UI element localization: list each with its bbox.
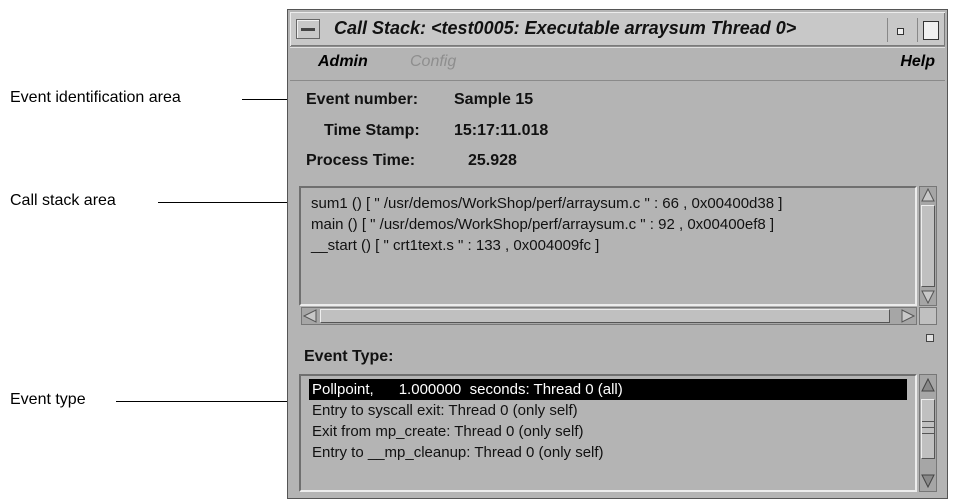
scroll-thumb[interactable]	[320, 309, 890, 323]
scroll-up-arrow-icon[interactable]	[920, 187, 936, 203]
event-type-item[interactable]: Entry to syscall exit: Thread 0 (only se…	[309, 400, 907, 421]
time-stamp-label: Time Stamp:	[324, 122, 420, 139]
callout-leader-line	[116, 401, 297, 402]
call-stack-frame[interactable]: sum1 () [ " /usr/demos/WorkShop/perf/arr…	[311, 193, 782, 214]
callout-label: Event identification area	[10, 89, 181, 106]
scroll-thumb[interactable]	[921, 205, 935, 287]
callout-leader-line	[158, 202, 297, 203]
process-time-value: 25.928	[468, 152, 517, 169]
call-stack-hscroll[interactable]	[301, 307, 917, 325]
resize-handle-icon[interactable]	[926, 334, 934, 342]
scroll-corner	[919, 307, 937, 325]
window-titlebar[interactable]: Call Stack: <test0005: Executable arrays…	[290, 12, 945, 47]
call-stack-window: Call Stack: <test0005: Executable arrays…	[287, 9, 948, 499]
time-stamp-value: 15:17:11.018	[454, 122, 549, 139]
event-type-item-selected[interactable]: Pollpoint, 1.000000 seconds: Thread 0 (a…	[309, 379, 907, 400]
scroll-up-arrow-icon[interactable]	[920, 377, 936, 393]
scroll-thumb[interactable]	[921, 399, 935, 459]
scroll-grip	[922, 427, 934, 428]
call-stack-list[interactable]: sum1 () [ " /usr/demos/WorkShop/perf/arr…	[299, 186, 917, 306]
menu-bar: Admin Config Help	[290, 47, 945, 81]
event-type-item[interactable]: Entry to __mp_cleanup: Thread 0 (only se…	[309, 442, 907, 463]
event-type-vscroll[interactable]	[919, 374, 937, 492]
menu-config[interactable]: Config	[410, 53, 456, 71]
menu-admin[interactable]: Admin	[318, 53, 368, 71]
minimize-button[interactable]	[887, 18, 911, 42]
event-type-label: Event Type:	[304, 348, 394, 365]
callout-label: Call stack area	[10, 192, 116, 209]
scroll-left-arrow-icon[interactable]	[302, 308, 318, 324]
menu-help[interactable]: Help	[900, 53, 935, 71]
callout-event-identification: Event identification area	[10, 89, 297, 107]
window-title: Call Stack: <test0005: Executable arrays…	[334, 18, 797, 38]
scroll-grip	[922, 433, 934, 434]
call-stack-frame[interactable]: main () [ " /usr/demos/WorkShop/perf/arr…	[311, 214, 782, 235]
event-number-label: Event number:	[306, 91, 419, 108]
scroll-down-arrow-icon[interactable]	[920, 473, 936, 489]
event-type-item[interactable]: Exit from mp_create: Thread 0 (only self…	[309, 421, 907, 442]
scroll-down-arrow-icon[interactable]	[920, 289, 936, 305]
callout-event-type: Event type	[10, 391, 297, 409]
callout-call-stack: Call stack area	[10, 192, 297, 210]
window-menu-button[interactable]	[296, 19, 320, 39]
maximize-button[interactable]	[917, 18, 941, 42]
callout-label: Event type	[10, 391, 86, 408]
event-type-list[interactable]: Pollpoint, 1.000000 seconds: Thread 0 (a…	[299, 374, 917, 492]
process-time-label: Process Time:	[306, 152, 416, 169]
scroll-grip	[922, 421, 934, 422]
call-stack-vscroll[interactable]	[919, 186, 937, 306]
event-number-value: Sample 15	[454, 91, 534, 108]
event-type-items: Pollpoint, 1.000000 seconds: Thread 0 (a…	[309, 379, 907, 463]
call-stack-frame[interactable]: __start () [ " crt1text.s " : 133 , 0x00…	[311, 235, 782, 256]
scroll-right-arrow-icon[interactable]	[900, 308, 916, 324]
call-stack-lines: sum1 () [ " /usr/demos/WorkShop/perf/arr…	[311, 193, 782, 256]
